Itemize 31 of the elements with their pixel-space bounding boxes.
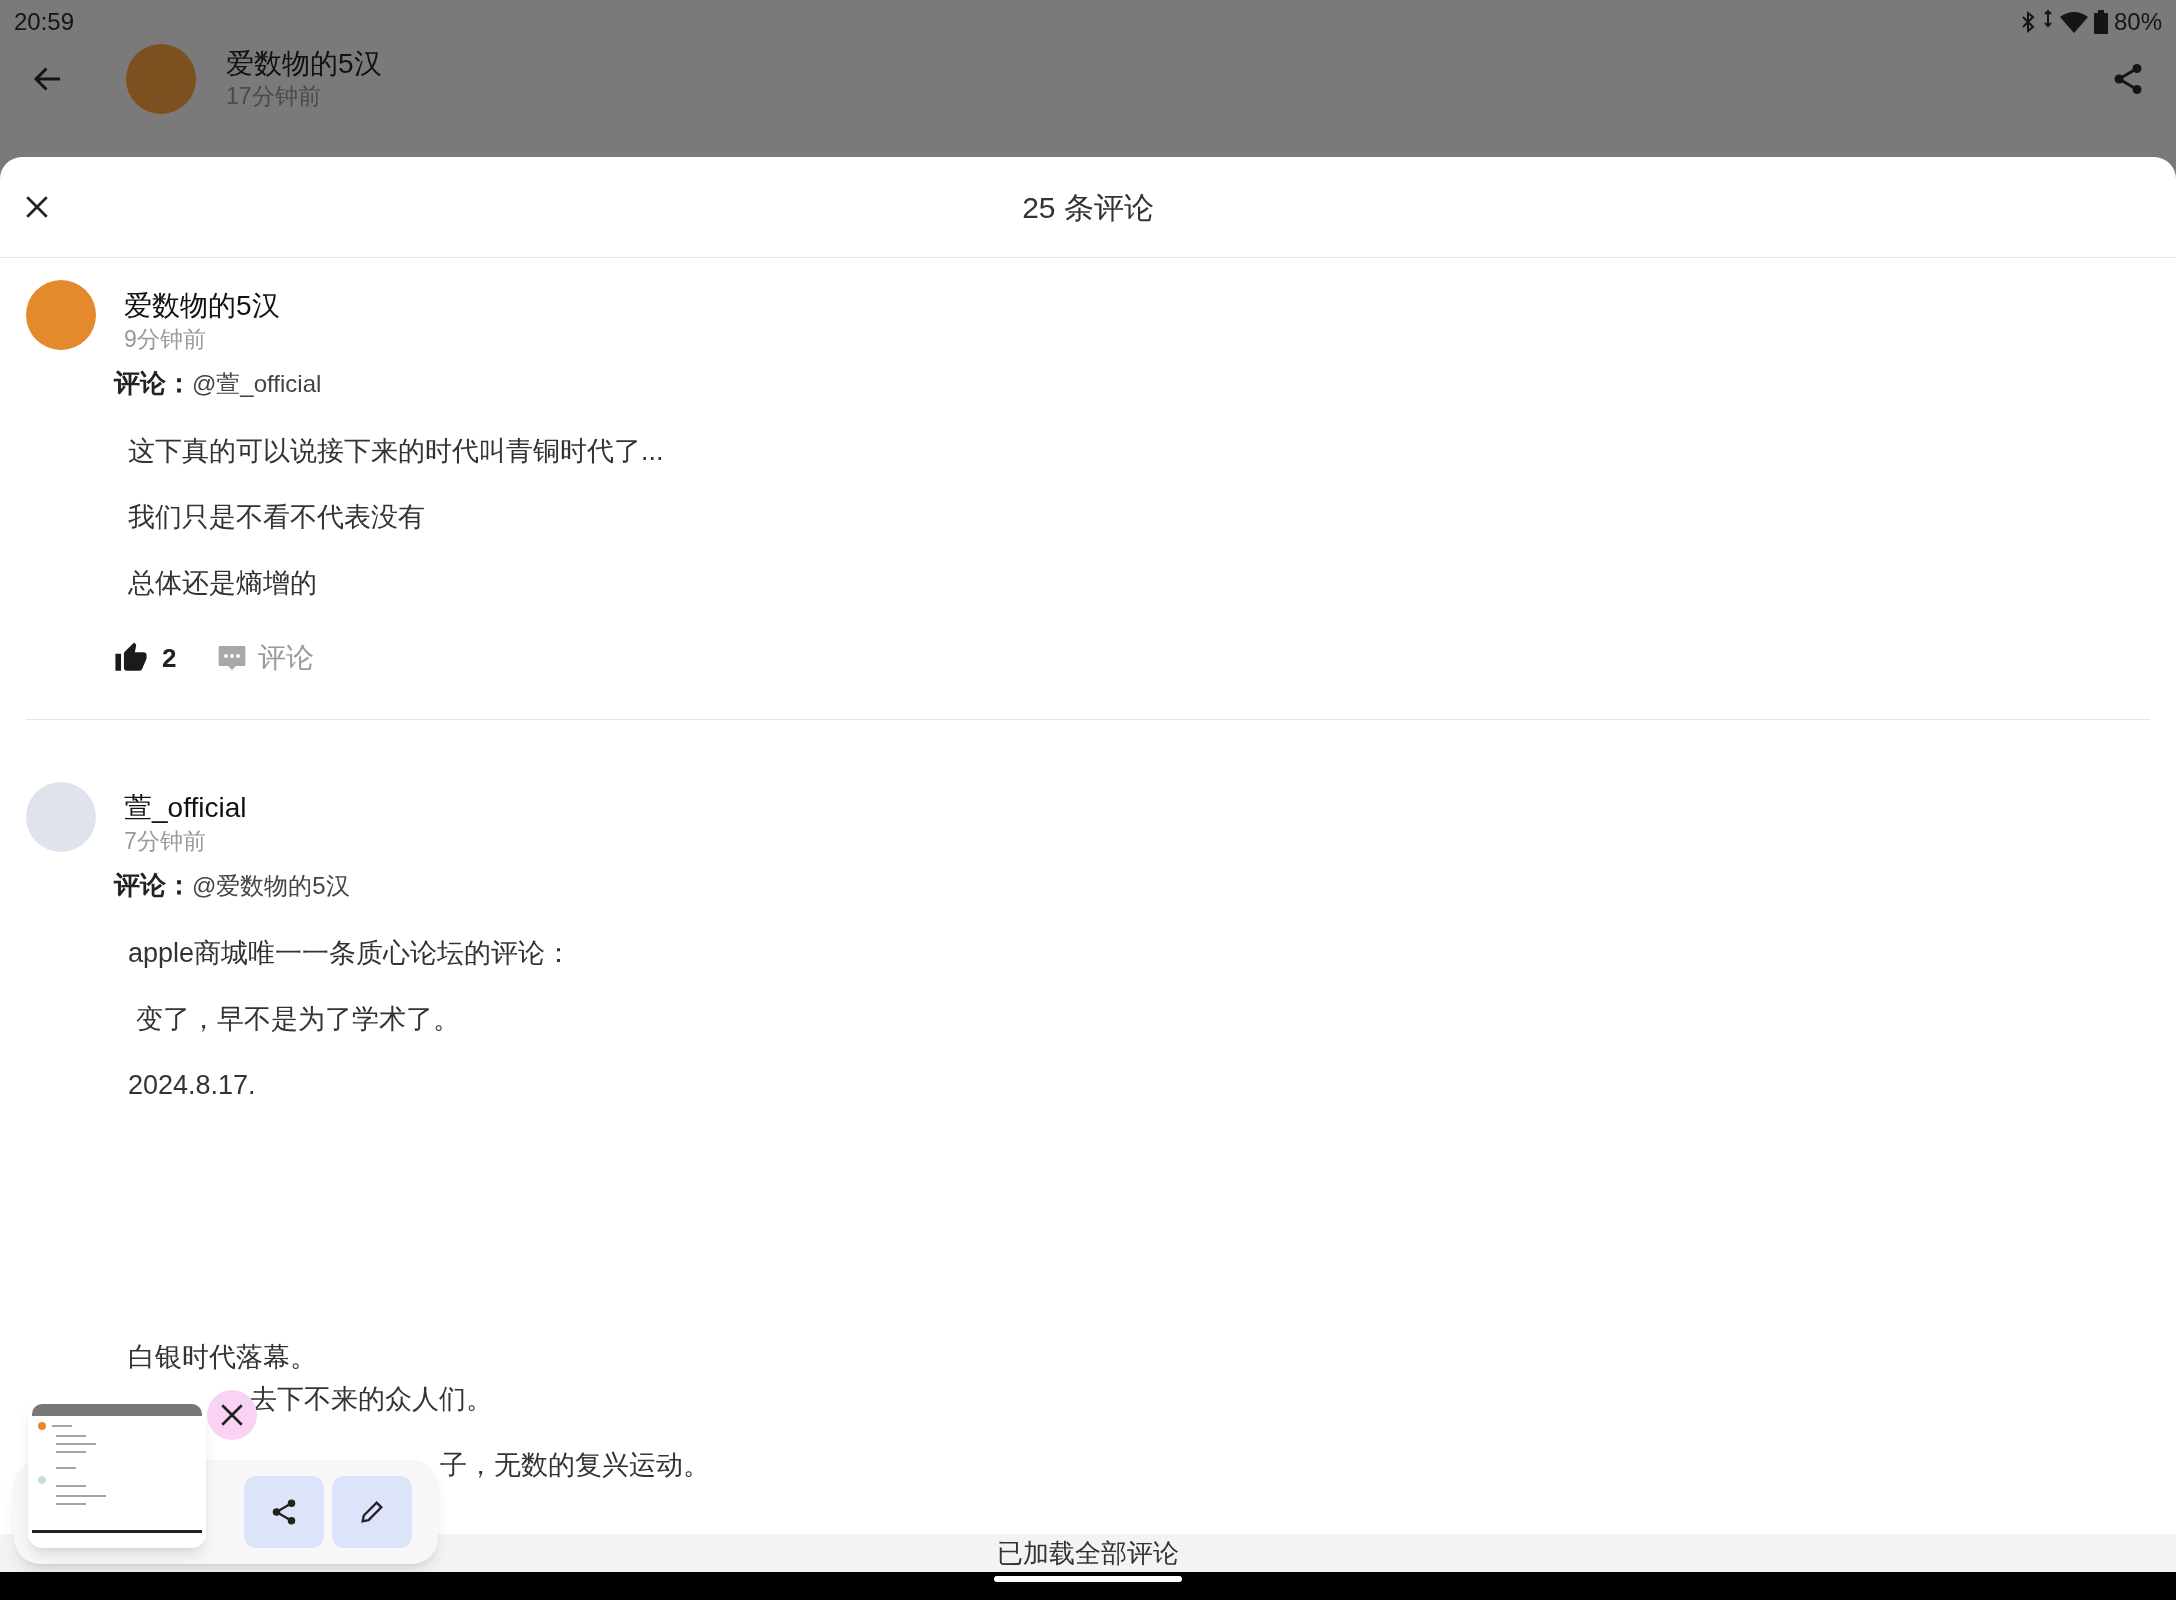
- reply-label: 评论：: [114, 367, 192, 400]
- comment-time: 9分钟前: [124, 325, 207, 354]
- comment-text: 白银时代落幕。: [128, 1341, 318, 1374]
- comment-author[interactable]: 萱_official: [124, 790, 247, 826]
- footer-text: 已加载全部评论: [997, 1536, 1179, 1570]
- sheet-title: 25 条评论: [1022, 189, 1154, 226]
- wifi-icon: [2059, 11, 2088, 33]
- comment-text: 这下真的可以说接下来的时代叫青铜时代了...: [128, 435, 665, 468]
- status-time: 20:59: [14, 7, 75, 37]
- battery-icon: [2093, 10, 2108, 34]
- reply-mention[interactable]: @萱_official: [192, 366, 322, 402]
- battery-percent: 80%: [2113, 7, 2162, 37]
- bluetooth-icon: [2019, 10, 2036, 34]
- comment-text: 变了，早不是为了学术了。: [134, 1003, 461, 1036]
- close-icon: [219, 1402, 245, 1428]
- like-count: 2: [162, 641, 177, 675]
- comment-time: 7分钟前: [124, 827, 207, 856]
- comment-text: 总体还是熵增的: [128, 567, 318, 600]
- edit-button[interactable]: [332, 1476, 412, 1548]
- reply-label: 评论：: [114, 869, 192, 902]
- comment-text: apple商城唯一一条质心论坛的评论：: [128, 937, 574, 970]
- comment-text: 子，无数的复兴运动。: [440, 1450, 710, 1480]
- comment-author[interactable]: 爱数物的5汉: [124, 288, 280, 324]
- comment-text: 我们只是不看不代表没有: [128, 501, 426, 534]
- share-button[interactable]: [244, 1476, 324, 1548]
- comment-text: 去下不来的众人们。: [250, 1384, 493, 1414]
- comment-text: 2024.8.17.: [128, 1069, 257, 1102]
- reply-mention[interactable]: @爱数物的5汉: [192, 868, 350, 904]
- post-author[interactable]: 爱数物的5汉: [226, 47, 382, 81]
- home-handle[interactable]: [994, 1576, 1182, 1582]
- pencil-icon: [358, 1498, 386, 1526]
